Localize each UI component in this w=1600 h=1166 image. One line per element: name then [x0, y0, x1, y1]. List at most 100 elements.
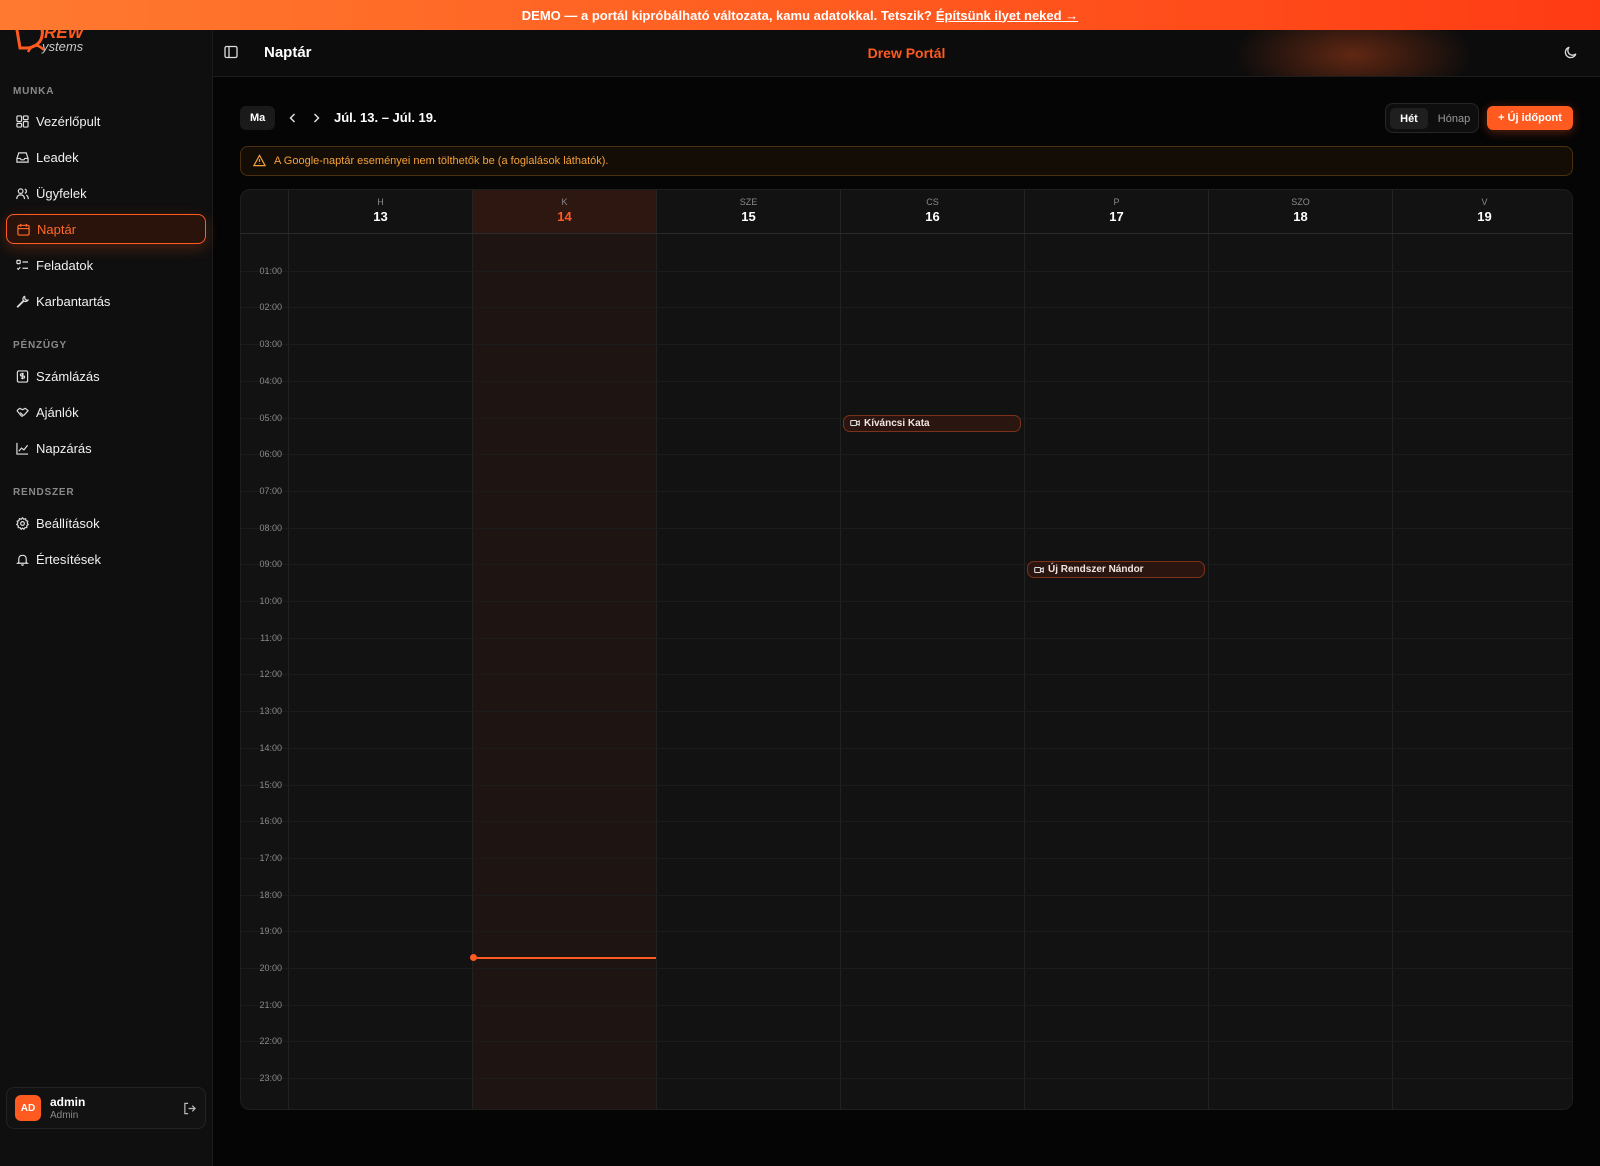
wrench-icon: [15, 294, 29, 308]
day-header[interactable]: SZO 18: [1208, 190, 1392, 233]
hour-label: 23:00: [259, 1073, 282, 1084]
day-header[interactable]: H 13: [288, 190, 472, 233]
sidebar-item-vezerlopult[interactable]: Vezérlőpult: [6, 106, 206, 136]
section-label-penzugy: PÉNZÜGY: [13, 340, 67, 351]
hour-gridline: [241, 637, 1572, 639]
sidebar: REW ystems MUNKA Vezérlőpult Leadek Ügyf…: [0, 30, 213, 1166]
hour-label: 17:00: [259, 852, 282, 863]
sidebar-item-label: Vezérlőpult: [36, 113, 101, 129]
alert-text: A Google-naptár eseményei nem tölthetők …: [274, 155, 609, 167]
sidebar-edge: [213, 702, 240, 1112]
sidebar-item-label: Napzárás: [36, 440, 92, 456]
banner-link[interactable]: Építsünk ilyet neked →: [936, 8, 1078, 23]
calendar-icon: [16, 222, 30, 236]
sidebar-item-naptar[interactable]: Naptár: [6, 214, 206, 244]
logout-icon[interactable]: [181, 1100, 197, 1116]
hour-gridline: [241, 270, 1572, 272]
sidebar-item-leadek[interactable]: Leadek: [6, 142, 206, 172]
calendar-event[interactable]: Új Rendszer Nándor: [1027, 561, 1205, 579]
hour-gridline: [241, 1078, 1572, 1080]
sidebar-item-beallitasok[interactable]: Beállítások: [6, 508, 206, 538]
hour-label: 12:00: [259, 669, 282, 680]
day-column[interactable]: [1024, 234, 1208, 1109]
day-number: 19: [1477, 209, 1492, 224]
hour-gridline: [241, 454, 1572, 456]
view-month-button[interactable]: Hónap: [1432, 108, 1476, 129]
sidebar-item-ugyfelek[interactable]: Ügyfelek: [6, 178, 206, 208]
hour-label: 15:00: [259, 779, 282, 790]
today-button[interactable]: Ma: [240, 106, 276, 130]
chevron-left-icon[interactable]: [286, 111, 300, 125]
hour-label: 01:00: [259, 265, 282, 276]
day-header[interactable]: V 19: [1392, 190, 1572, 233]
new-appointment-button[interactable]: + Új időpont: [1487, 106, 1573, 130]
handshake-icon: [15, 405, 29, 419]
chevron-right-icon[interactable]: [309, 111, 323, 125]
day-column[interactable]: [1392, 234, 1572, 1109]
day-of-week: K: [561, 197, 568, 207]
hour-label: 03:00: [259, 339, 282, 350]
sidebar-item-label: Értesítések: [36, 551, 102, 567]
day-number: 14: [557, 209, 572, 224]
hour-gridline: [241, 380, 1572, 382]
day-column[interactable]: [288, 234, 472, 1109]
day-number: 17: [1109, 209, 1124, 224]
google-calendar-warning: A Google-naptár eseményei nem tölthetők …: [240, 146, 1573, 176]
day-header[interactable]: P 17: [1024, 190, 1208, 233]
bell-icon: [15, 552, 29, 566]
user-name: admin: [50, 1095, 86, 1109]
hour-label: 19:00: [259, 926, 282, 937]
inbox-icon: [15, 150, 29, 164]
day-number: 18: [1293, 209, 1308, 224]
day-header[interactable]: K 14: [472, 190, 656, 233]
dashboard-icon: [15, 114, 29, 128]
sidebar-item-label: Ügyfelek: [36, 185, 87, 201]
day-column[interactable]: [472, 234, 656, 1109]
svg-text:ystems: ystems: [41, 39, 84, 54]
hour-gridline: [241, 601, 1572, 602]
sidebar-item-ertesitesek[interactable]: Értesítések: [6, 544, 206, 574]
day-column[interactable]: [840, 234, 1024, 1109]
hour-gridline: [241, 784, 1572, 786]
day-column[interactable]: [656, 234, 840, 1109]
hour-label: 13:00: [259, 706, 282, 717]
hour-gridline: [241, 674, 1572, 676]
hour-gridline: [241, 857, 1572, 859]
view-week-button[interactable]: Hét: [1390, 108, 1428, 129]
week-calendar: H 13 K 14 SZE 15 CS 16 P 17 SZO 18 V 19 01:00 02:00 03:0…: [240, 189, 1573, 1110]
day-header[interactable]: SZE 15: [656, 190, 840, 233]
sidebar-item-napzaras[interactable]: Napzárás: [6, 433, 206, 463]
banner-text: DEMO — a portál kipróbálható változata, …: [521, 7, 932, 23]
hour-gridline: [241, 564, 1572, 566]
hour-gridline: [241, 968, 1572, 969]
sidebar-item-szamlazas[interactable]: Számlázás: [6, 361, 206, 391]
day-of-week: SZO: [1291, 197, 1310, 207]
user-card: AD admin Admin: [6, 1087, 206, 1129]
sidebar-item-label: Karbantartás: [36, 293, 111, 309]
topbar-glow: [1223, 30, 1483, 76]
sidebar-toggle-icon[interactable]: [224, 45, 240, 61]
moon-icon[interactable]: [1564, 45, 1580, 61]
hour-gridline: [241, 711, 1572, 713]
users-icon: [15, 186, 29, 200]
hour-label: 14:00: [259, 742, 282, 753]
logo[interactable]: REW ystems: [14, 30, 114, 56]
sidebar-item-label: Leadek: [36, 149, 79, 165]
calendar-event[interactable]: Kíváncsi Kata: [843, 414, 1021, 432]
hour-gridline: [241, 490, 1572, 492]
day-column[interactable]: [1208, 234, 1392, 1109]
checklist-icon: [15, 258, 29, 272]
day-of-week: V: [1481, 197, 1488, 207]
sidebar-item-karbantartas[interactable]: Karbantartás: [6, 286, 206, 316]
sidebar-item-label: Számlázás: [36, 368, 100, 384]
hour-label: 02:00: [259, 302, 282, 313]
page-title: Naptár: [264, 44, 312, 61]
date-range: Júl. 13. – Júl. 19.: [334, 110, 437, 125]
sidebar-item-feladatok[interactable]: Feladatok: [6, 250, 206, 280]
hour-gridline: [241, 894, 1572, 896]
sidebar-item-ajanlok[interactable]: Ajánlók: [6, 397, 206, 427]
hour-label: 11:00: [260, 632, 282, 643]
header-divider: [241, 233, 1572, 234]
user-meta: admin Admin: [50, 1095, 181, 1121]
day-header[interactable]: CS 16: [840, 190, 1024, 233]
